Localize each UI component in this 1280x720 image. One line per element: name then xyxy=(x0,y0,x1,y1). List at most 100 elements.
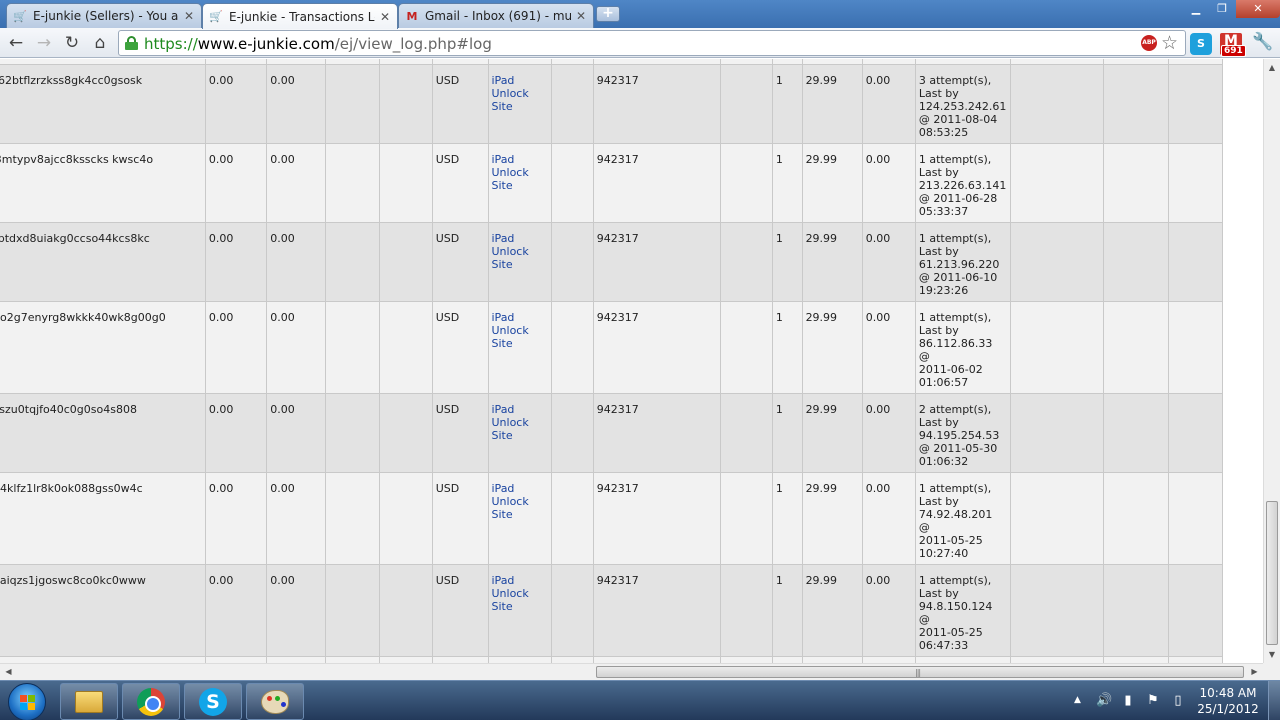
attempt-line: 74.92.48.201 @ xyxy=(918,508,993,534)
clock-date: 25/1/2012 xyxy=(1197,702,1259,716)
download-attempts-cell: 1 attempt(s), Last by 61.213.96.220 @ 2011-… xyxy=(914,222,1012,302)
reload-button[interactable]: ↻ xyxy=(61,32,83,54)
scroll-right-arrow-icon[interactable]: ▶ xyxy=(1246,664,1263,680)
network-signal-icon[interactable]: ▮ xyxy=(1120,693,1136,709)
empty-cell xyxy=(324,472,380,565)
close-icon[interactable]: ✕ xyxy=(575,9,587,23)
taskbar-clock[interactable]: 10:48 AM 25/1/2012 xyxy=(1196,685,1260,717)
product-link[interactable]: iPad Unlock Site xyxy=(492,232,529,271)
minimize-button[interactable]: ▁ xyxy=(1182,0,1210,18)
back-button[interactable]: ← xyxy=(5,32,27,54)
attempt-line: @ 2011-06-28 xyxy=(918,192,998,205)
empty-cell xyxy=(719,143,773,223)
vertical-scroll-thumb[interactable] xyxy=(1266,501,1278,645)
product-cell: iPadUnlockSite xyxy=(487,143,552,223)
scroll-up-arrow-icon[interactable]: ▲ xyxy=(1264,59,1280,76)
transaction-id-cell: 3jpde3mtypv8ajcc8ksscks kwsc4o xyxy=(0,143,206,223)
attempt-line: 2011-05-25 xyxy=(918,534,983,547)
empty-cell xyxy=(550,143,594,223)
attempt-line: 213.226.63.141 xyxy=(918,179,1007,192)
product-cell: iPadUnlockSite xyxy=(487,393,552,473)
taskbar-skype-button[interactable]: S xyxy=(184,683,242,720)
restore-button[interactable]: ❐ xyxy=(1208,0,1236,18)
product-link-word: Site xyxy=(491,337,513,350)
amount-cell: 0.00 xyxy=(266,222,326,302)
taskbar-paint-button[interactable] xyxy=(246,683,304,720)
empty-cell xyxy=(1168,301,1223,394)
scroll-left-arrow-icon[interactable]: ◀ xyxy=(0,664,17,680)
empty-cell xyxy=(1168,222,1223,302)
action-center-flag-icon[interactable]: ⚑ xyxy=(1145,693,1161,709)
address-bar[interactable]: https://www.e-junkie.com/ej/view_log.php… xyxy=(118,30,1186,56)
product-link[interactable]: iPad Unlock Site xyxy=(492,403,529,442)
product-link-word: iPad xyxy=(491,482,515,495)
download-attempts-cell: 1 attempt(s), Last by 74.92.48.201 @2011-0… xyxy=(914,472,1012,565)
fee-cell: 0.00 xyxy=(861,393,916,473)
scroll-down-arrow-icon[interactable]: ▼ xyxy=(1264,646,1280,663)
empty-cell xyxy=(550,472,594,565)
attempt-line: Last by xyxy=(918,324,959,337)
product-link[interactable]: iPad Unlock Site xyxy=(492,74,529,113)
amount-cell: 0.00 xyxy=(266,564,326,657)
empty-cell xyxy=(378,222,433,302)
forward-button[interactable]: → xyxy=(33,32,55,54)
product-link[interactable]: iPad Unlock Site xyxy=(492,153,529,192)
volume-icon[interactable]: 🔊 xyxy=(1096,693,1112,709)
amount-cell: 0.00 xyxy=(266,64,326,144)
attempt-line: Last by xyxy=(918,495,959,508)
vertical-scrollbar[interactable]: ▲ ▼ xyxy=(1263,59,1280,663)
tab-ejunkie-transactions[interactable]: 🛒 E-junkie - Transactions Log ✕ xyxy=(202,3,398,29)
product-link-word: Site xyxy=(491,258,513,271)
product-link-word: Site xyxy=(491,179,513,192)
table-row: 6rm2do2g7enyrg8wkkk40wk8g00g00.000.00USD… xyxy=(0,301,1223,394)
home-button[interactable]: ⌂ xyxy=(89,32,111,54)
empty-cell xyxy=(1010,64,1105,144)
tab-ejunkie-sellers[interactable]: 🛒 E-junkie (Sellers) - You are r ✕ xyxy=(6,3,202,28)
empty-cell xyxy=(550,564,594,657)
amount-cell: 0.00 xyxy=(204,301,268,394)
battery-icon[interactable]: ▯ xyxy=(1170,693,1186,709)
wrench-menu-icon[interactable]: 🔧 xyxy=(1252,32,1273,52)
skype-extension-icon[interactable]: S xyxy=(1190,33,1212,55)
price-cell: 29.99 xyxy=(801,64,863,144)
item-id-cell: 942317 xyxy=(592,64,721,144)
transaction-id-cell: 6rm2do2g7enyrg8wkkk40wk8g00g0 xyxy=(0,301,206,394)
product-cell: iPadUnlockSite xyxy=(487,222,552,302)
horizontal-scroll-thumb[interactable]: ||| xyxy=(596,666,1244,678)
product-cell: iPadUnlockSite xyxy=(487,64,552,144)
empty-cell xyxy=(1103,222,1170,302)
empty-cell xyxy=(719,472,773,565)
empty-cell xyxy=(550,64,594,144)
empty-cell xyxy=(378,143,433,223)
adblock-icon[interactable]: ABP xyxy=(1141,35,1157,51)
bookmark-star-icon[interactable]: ☆ xyxy=(1161,32,1178,54)
close-icon[interactable]: ✕ xyxy=(183,9,195,23)
empty-cell xyxy=(1010,222,1105,302)
taskbar-chrome-button[interactable] xyxy=(122,683,180,720)
price-cell: 29.99 xyxy=(801,222,863,302)
taskbar-explorer-button[interactable] xyxy=(60,683,118,720)
new-tab-button[interactable]: + xyxy=(596,6,620,22)
folder-icon xyxy=(75,690,103,713)
empty-cell xyxy=(1010,301,1105,394)
empty-cell xyxy=(1103,64,1170,144)
window-close-button[interactable]: ✕ xyxy=(1236,0,1280,18)
show-desktop-button[interactable] xyxy=(1268,681,1280,720)
product-link[interactable]: iPad Unlock Site xyxy=(492,482,529,521)
product-link[interactable]: iPad Unlock Site xyxy=(492,574,529,613)
close-icon[interactable]: ✕ xyxy=(379,10,391,24)
product-link[interactable]: iPad Unlock Site xyxy=(492,311,529,350)
url-text[interactable]: https://www.e-junkie.com/ej/view_log.php… xyxy=(144,35,492,53)
show-hidden-icons-arrow-icon[interactable]: ▲ xyxy=(1074,695,1081,705)
horizontal-scrollbar[interactable]: ◀ ||| ▶ xyxy=(0,663,1263,680)
transaction-id-cell: ahcb5ptdxd8uiakg0ccso44kcs8kc xyxy=(0,222,206,302)
empty-cell xyxy=(324,222,380,302)
tab-gmail[interactable]: M Gmail - Inbox (691) - mubin ✕ xyxy=(398,3,594,28)
product-link-word: Unlock xyxy=(491,416,529,429)
attempt-line: 2 attempt(s), xyxy=(918,403,992,416)
product-link-word: Unlock xyxy=(491,324,529,337)
table-row: 3jpde3mtypv8ajcc8ksscks kwsc4o0.000.00US… xyxy=(0,143,1223,223)
quantity-cell: 1 xyxy=(771,564,803,657)
start-button[interactable] xyxy=(8,683,46,720)
attempt-line: @ 2011-05-30 xyxy=(918,442,998,455)
